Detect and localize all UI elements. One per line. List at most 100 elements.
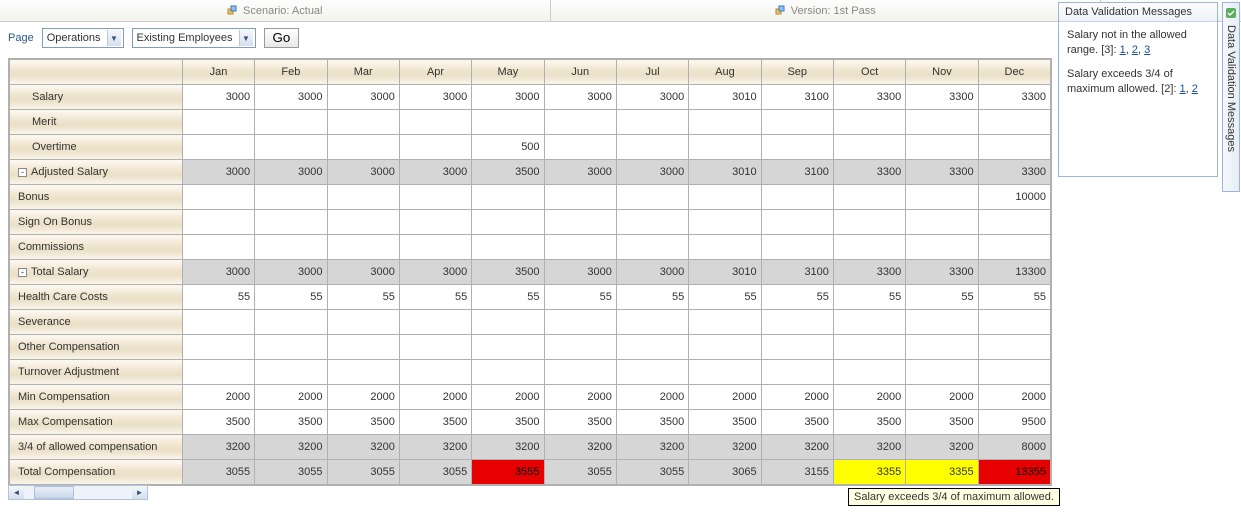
- data-cell[interactable]: [906, 335, 978, 360]
- data-cell[interactable]: 3000: [255, 160, 327, 185]
- collapse-toggle[interactable]: -: [18, 168, 27, 177]
- data-cell[interactable]: [689, 310, 761, 335]
- data-cell[interactable]: [689, 210, 761, 235]
- data-cell[interactable]: 3055: [182, 460, 254, 485]
- data-cell[interactable]: [833, 185, 905, 210]
- validation-link[interactable]: 3: [1144, 44, 1150, 56]
- validation-side-tab[interactable]: Data Validation Messages: [1222, 2, 1240, 192]
- data-cell[interactable]: 55: [833, 285, 905, 310]
- data-cell[interactable]: [689, 110, 761, 135]
- data-cell[interactable]: 3000: [616, 160, 688, 185]
- data-cell[interactable]: [182, 310, 254, 335]
- data-cell[interactable]: [833, 135, 905, 160]
- data-cell[interactable]: [472, 310, 544, 335]
- data-cell[interactable]: [544, 185, 616, 210]
- column-header[interactable]: Jan: [182, 60, 254, 85]
- data-cell[interactable]: [399, 310, 471, 335]
- data-cell[interactable]: [833, 360, 905, 385]
- data-cell[interactable]: 3355: [906, 460, 978, 485]
- column-header[interactable]: Oct: [833, 60, 905, 85]
- data-cell[interactable]: 3200: [689, 435, 761, 460]
- data-cell[interactable]: 500: [472, 135, 544, 160]
- data-cell[interactable]: 3300: [978, 160, 1050, 185]
- data-cell[interactable]: [978, 335, 1050, 360]
- data-cell[interactable]: 3500: [327, 410, 399, 435]
- data-cell[interactable]: [544, 235, 616, 260]
- row-header[interactable]: -Total Salary: [10, 260, 183, 285]
- data-cell[interactable]: [182, 110, 254, 135]
- data-cell[interactable]: 2000: [616, 385, 688, 410]
- data-cell[interactable]: [472, 360, 544, 385]
- column-header[interactable]: Dec: [978, 60, 1050, 85]
- collapse-toggle[interactable]: -: [18, 268, 27, 277]
- data-cell[interactable]: [399, 185, 471, 210]
- version-segment[interactable]: Version: 1st Pass: [551, 0, 1102, 21]
- data-cell[interactable]: [472, 110, 544, 135]
- data-cell[interactable]: [544, 210, 616, 235]
- row-header[interactable]: Health Care Costs: [10, 285, 183, 310]
- data-cell[interactable]: [255, 185, 327, 210]
- data-cell[interactable]: 55: [544, 285, 616, 310]
- data-cell[interactable]: 3055: [327, 460, 399, 485]
- data-cell[interactable]: [472, 210, 544, 235]
- row-header[interactable]: Other Compensation: [10, 335, 183, 360]
- data-cell[interactable]: 3500: [616, 410, 688, 435]
- data-cell[interactable]: 3000: [182, 85, 254, 110]
- data-cell[interactable]: [833, 235, 905, 260]
- data-cell[interactable]: 3055: [255, 460, 327, 485]
- data-cell[interactable]: [472, 335, 544, 360]
- department-select[interactable]: Operations ▼: [42, 28, 124, 48]
- data-cell[interactable]: 3500: [472, 260, 544, 285]
- data-cell[interactable]: [978, 310, 1050, 335]
- data-cell[interactable]: [544, 310, 616, 335]
- data-cell[interactable]: 2000: [255, 385, 327, 410]
- data-cell[interactable]: 3200: [399, 435, 471, 460]
- data-cell[interactable]: [399, 360, 471, 385]
- data-cell[interactable]: [906, 110, 978, 135]
- data-cell[interactable]: 3300: [833, 160, 905, 185]
- data-cell[interactable]: 3000: [182, 260, 254, 285]
- data-cell[interactable]: [327, 210, 399, 235]
- data-cell[interactable]: [689, 335, 761, 360]
- data-cell[interactable]: 3355: [833, 460, 905, 485]
- row-header[interactable]: 3/4 of allowed compensation: [10, 435, 183, 460]
- data-cell[interactable]: 3155: [761, 460, 833, 485]
- data-cell[interactable]: [761, 360, 833, 385]
- data-cell[interactable]: [616, 235, 688, 260]
- employees-select[interactable]: Existing Employees ▼: [132, 28, 256, 48]
- data-cell[interactable]: 55: [399, 285, 471, 310]
- data-cell[interactable]: [182, 210, 254, 235]
- data-cell[interactable]: 3100: [761, 85, 833, 110]
- data-cell[interactable]: 3300: [906, 85, 978, 110]
- data-cell[interactable]: [616, 110, 688, 135]
- data-cell[interactable]: 55: [327, 285, 399, 310]
- data-cell[interactable]: 3555: [472, 460, 544, 485]
- data-cell[interactable]: [399, 110, 471, 135]
- data-cell[interactable]: 3500: [906, 410, 978, 435]
- data-cell[interactable]: 3065: [689, 460, 761, 485]
- scenario-segment[interactable]: Scenario: Actual: [0, 0, 551, 21]
- data-cell[interactable]: 2000: [399, 385, 471, 410]
- data-cell[interactable]: 9500: [978, 410, 1050, 435]
- data-cell[interactable]: [544, 110, 616, 135]
- data-cell[interactable]: 3200: [761, 435, 833, 460]
- horizontal-scrollbar[interactable]: ◄ ►: [8, 485, 148, 500]
- data-cell[interactable]: 3000: [327, 85, 399, 110]
- data-cell[interactable]: [399, 235, 471, 260]
- data-cell[interactable]: 3300: [906, 260, 978, 285]
- data-cell[interactable]: 3055: [544, 460, 616, 485]
- data-cell[interactable]: [761, 235, 833, 260]
- data-cell[interactable]: [182, 185, 254, 210]
- data-cell[interactable]: [327, 310, 399, 335]
- data-cell[interactable]: [544, 335, 616, 360]
- data-cell[interactable]: [978, 135, 1050, 160]
- data-cell[interactable]: 3500: [182, 410, 254, 435]
- row-header[interactable]: Bonus: [10, 185, 183, 210]
- data-cell[interactable]: [833, 335, 905, 360]
- data-cell[interactable]: 3200: [472, 435, 544, 460]
- data-cell[interactable]: [255, 310, 327, 335]
- column-header[interactable]: Nov: [906, 60, 978, 85]
- row-header[interactable]: Overtime: [10, 135, 183, 160]
- data-cell[interactable]: 2000: [689, 385, 761, 410]
- data-cell[interactable]: 3500: [761, 410, 833, 435]
